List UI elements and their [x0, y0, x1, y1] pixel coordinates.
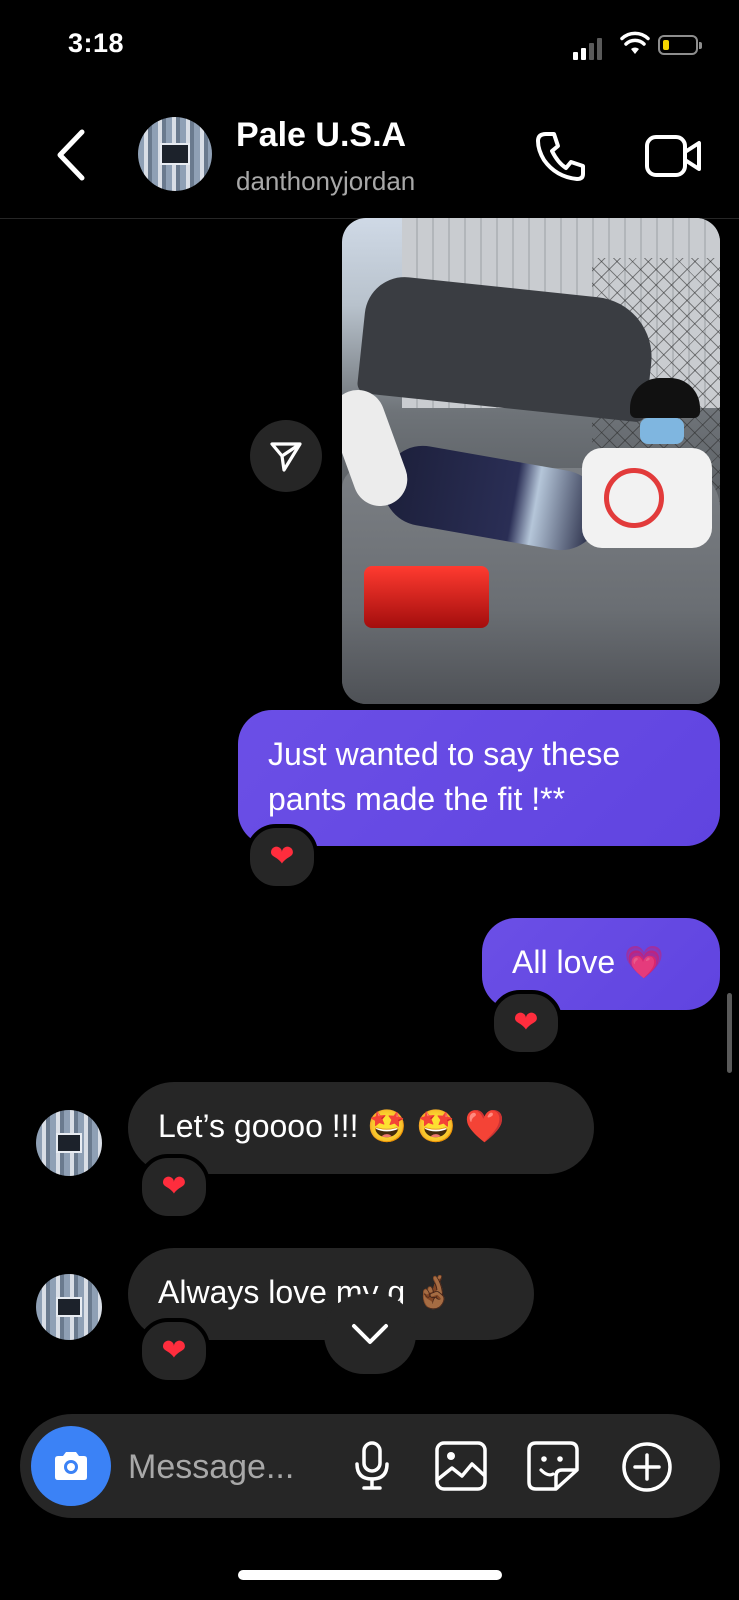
heart-icon: ❤: [513, 1005, 539, 1040]
contact-name[interactable]: Pale U.S.A: [236, 116, 406, 155]
camera-icon: [55, 1452, 87, 1480]
reaction-heart[interactable]: ❤: [138, 1318, 210, 1384]
battery-icon: [658, 35, 702, 55]
scrollbar[interactable]: [727, 993, 732, 1073]
message-outgoing[interactable]: Just wanted to say these pants made the …: [238, 710, 720, 846]
contact-username[interactable]: danthonyjordan: [236, 166, 415, 197]
camera-button[interactable]: [31, 1426, 111, 1506]
signal-icon: [573, 36, 603, 60]
plus-icon[interactable]: [620, 1440, 674, 1494]
reaction-heart[interactable]: ❤: [490, 990, 562, 1056]
avatar[interactable]: [36, 1110, 102, 1176]
image-message[interactable]: [342, 218, 720, 704]
chevron-down-icon: [352, 1324, 388, 1344]
microphone-icon[interactable]: [352, 1440, 392, 1492]
status-time: 3:18: [68, 28, 125, 58]
gallery-icon[interactable]: [434, 1440, 488, 1492]
wifi-icon: [620, 31, 650, 54]
home-indicator[interactable]: [238, 1570, 502, 1580]
heart-icon: ❤: [269, 839, 295, 874]
phone-icon[interactable]: [532, 128, 588, 184]
heart-icon: ❤: [161, 1169, 187, 1204]
sticker-icon[interactable]: [526, 1440, 580, 1492]
video-icon[interactable]: [644, 132, 704, 180]
heart-icon: ❤: [161, 1333, 187, 1368]
reaction-heart[interactable]: ❤: [246, 824, 318, 890]
back-chevron-icon[interactable]: [54, 128, 88, 182]
reaction-heart[interactable]: ❤: [138, 1154, 210, 1220]
share-button[interactable]: [250, 420, 322, 492]
scroll-down-button[interactable]: [324, 1294, 416, 1374]
share-icon: [270, 442, 302, 472]
avatar[interactable]: [138, 117, 212, 191]
avatar[interactable]: [36, 1274, 102, 1340]
message-input[interactable]: [128, 1442, 328, 1492]
